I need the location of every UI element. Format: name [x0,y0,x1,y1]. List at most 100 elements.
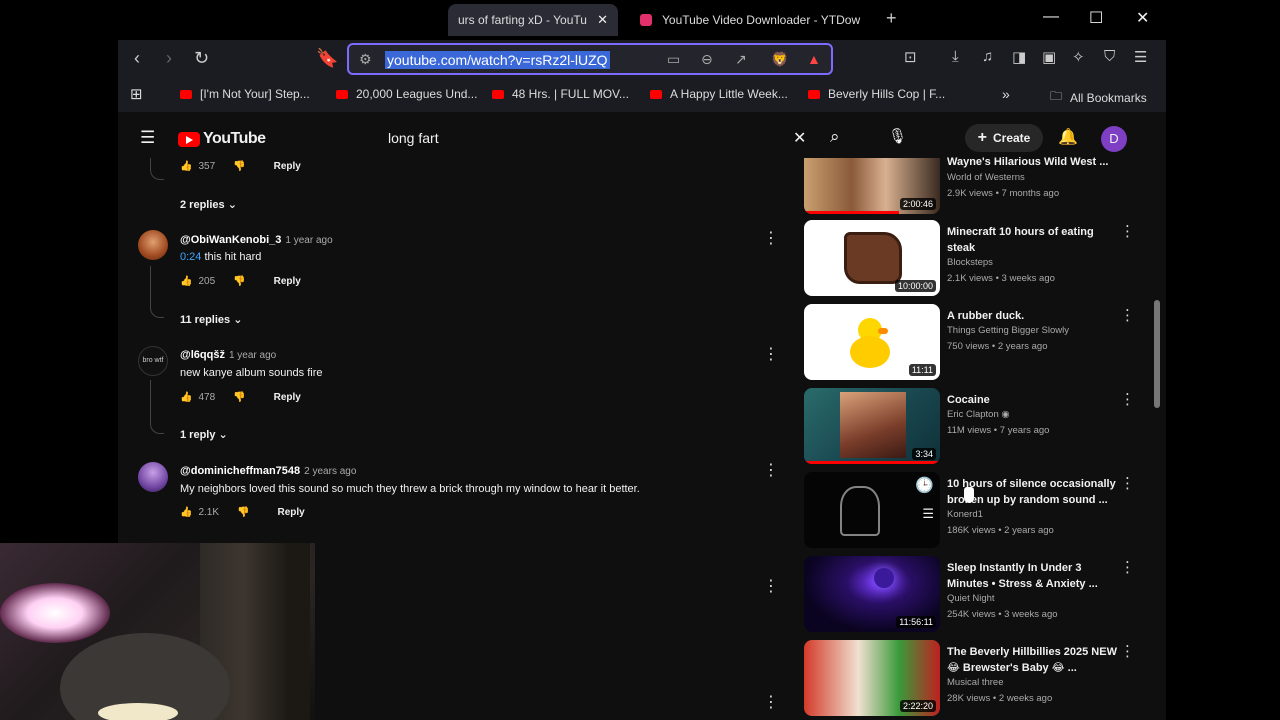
dislike-icon[interactable]: 👎 [233,161,245,172]
screenshot-icon[interactable]: ⊡ [904,48,917,66]
bookmark-icon[interactable]: 🔖 [316,48,338,69]
comment-author[interactable]: @dominicheffman7548 [180,465,300,477]
related-video[interactable]: 2:22:20 The Beverly Hillbillies 2025 NEW… [804,640,1140,718]
search-icon[interactable]: ⌕ [830,127,840,147]
video-channel[interactable]: Eric Clapton ◉ [947,409,1010,420]
related-video[interactable]: 11:11 A rubber duck. Things Getting Bigg… [804,304,1140,382]
video-thumbnail[interactable]: 🕒 ☰ [804,472,940,548]
avatar[interactable]: bro wtf [138,346,168,376]
zoom-icon[interactable]: ⊖ [701,51,713,68]
video-channel[interactable]: Musical three [947,677,1004,688]
comment-menu-icon[interactable]: ⋮ [763,344,779,364]
view-replies-button[interactable]: 1 reply ⌄ [180,428,228,441]
hamburger-menu-icon[interactable]: ☰ [140,128,155,148]
reply-button[interactable]: Reply [274,276,301,287]
comment-menu-icon[interactable]: ⋮ [763,692,779,712]
bookmark-item[interactable]: 20,000 Leagues Und... [336,87,477,101]
leo-ai-icon[interactable]: ✧ [1072,48,1085,66]
scrollbar[interactable] [1154,300,1160,408]
dislike-icon[interactable]: 👎 [233,392,245,403]
back-icon[interactable]: ‹ [134,48,140,69]
like-icon[interactable]: 👍 [180,276,192,287]
video-channel[interactable]: Blocksteps [947,257,993,268]
tab-youtube-active[interactable]: urs of farting xD - YouTu ✕ [448,4,618,36]
video-title[interactable]: Cocaine [947,392,1117,408]
video-menu-icon[interactable]: ⋮ [1120,474,1135,492]
download-icon[interactable]: ⤓ [952,48,959,65]
comment-time[interactable]: 1 year ago [285,235,332,246]
bookmark-item[interactable]: A Happy Little Week... [650,87,788,101]
like-icon[interactable]: 👍 [180,161,192,172]
forward-icon[interactable]: › [166,48,172,69]
all-bookmarks-folder[interactable]: 🗀 All Bookmarks [1050,87,1147,108]
timestamp-link[interactable]: 0:24 [180,251,201,263]
brave-rewards-icon[interactable]: ▲ [807,51,821,67]
video-channel[interactable]: Things Getting Bigger Slowly [947,325,1069,336]
comment-time[interactable]: 1 year ago [229,350,276,361]
avatar[interactable] [138,462,168,492]
comment-menu-icon[interactable]: ⋮ [763,228,779,248]
microphone-icon[interactable]: 🎙 [888,127,907,145]
view-replies-button[interactable]: 11 replies ⌄ [180,313,242,326]
close-window-icon[interactable]: ✕ [1136,8,1149,28]
video-channel[interactable]: Quiet Night [947,593,995,604]
reply-button[interactable]: Reply [274,161,301,172]
video-channel[interactable]: World of Westerns [947,172,1025,183]
bookmark-item[interactable]: Beverly Hills Cop | F... [808,87,945,101]
comment-time[interactable]: 2 years ago [304,466,356,477]
video-thumbnail[interactable]: 11:56:11 [804,556,940,632]
like-icon[interactable]: 👍 [180,507,192,518]
related-video[interactable]: 🕒 ☰ 10 hours of silence occasionally bro… [804,472,1140,550]
video-thumbnail[interactable]: 2:00:46 [804,158,940,214]
wallet-icon[interactable]: ▣ [1042,48,1056,66]
apps-grid-icon[interactable]: ⊞ [130,85,143,103]
bookmark-item[interactable]: [I'm Not Your] Step... [180,87,310,101]
notifications-icon[interactable]: 🔔 [1058,127,1078,147]
reply-button[interactable]: Reply [274,392,301,403]
sidebar-icon[interactable]: ◨ [1012,48,1026,66]
url-text[interactable]: youtube.com/watch?v=rsRz2l-lUZQ [385,51,610,69]
video-thumbnail[interactable]: 11:11 [804,304,940,380]
video-menu-icon[interactable]: ⋮ [1120,306,1135,324]
reply-button[interactable]: Reply [277,507,304,518]
reload-icon[interactable]: ↻ [194,48,209,69]
cast-icon[interactable]: ▭ [667,51,680,68]
new-tab-icon[interactable]: + [886,8,897,29]
video-channel[interactable]: Konerd1 [947,509,983,520]
video-title[interactable]: Minecraft 10 hours of eating steak [947,224,1117,256]
video-title[interactable]: Sleep Instantly In Under 3 Minutes • Str… [947,560,1117,592]
share-icon[interactable]: ↗ [735,51,747,68]
avatar[interactable] [138,230,168,260]
video-title[interactable]: A rubber duck. [947,308,1117,324]
comment-author[interactable]: @l6qqšž [180,349,225,361]
dislike-icon[interactable]: 👎 [237,507,249,518]
search-input[interactable]: long fart [388,130,439,146]
video-thumbnail[interactable]: 2:22:20 [804,640,940,716]
maximize-icon[interactable]: ☐ [1089,8,1103,28]
create-button[interactable]: + Create [965,124,1043,152]
address-bar[interactable]: ⚙ youtube.com/watch?v=rsRz2l-lUZQ ▭ ⊖ ↗ … [347,43,833,75]
youtube-logo[interactable]: YouTube [178,130,266,148]
menu-icon[interactable]: ☰ [1134,48,1147,66]
comment-menu-icon[interactable]: ⋮ [763,460,779,480]
comment-menu-icon[interactable]: ⋮ [763,576,779,596]
video-menu-icon[interactable]: ⋮ [1120,222,1135,240]
site-settings-icon[interactable]: ⚙ [359,51,372,68]
video-menu-icon[interactable]: ⋮ [1120,642,1135,660]
avatar[interactable]: D [1101,126,1127,152]
related-video[interactable]: 3:34 Cocaine Eric Clapton ◉ 11M views • … [804,388,1140,466]
like-icon[interactable]: 👍 [180,392,192,403]
video-menu-icon[interactable]: ⋮ [1120,558,1135,576]
video-title[interactable]: The Beverly Hillbillies 2025 NEW 😂 Brews… [947,644,1117,676]
watch-later-icon[interactable]: 🕒 [915,476,934,494]
bookmark-item[interactable]: 48 Hrs. | FULL MOV... [492,87,629,101]
close-tab-icon[interactable]: ✕ [597,12,608,28]
tab-ytdownloader[interactable]: YouTube Video Downloader - YTDow [630,4,880,36]
media-icon[interactable]: ♫ [982,48,993,65]
brave-shields-icon[interactable]: 🦁 [771,51,788,68]
clear-search-icon[interactable]: ✕ [793,128,806,148]
view-replies-button[interactable]: 2 replies ⌄ [180,198,237,211]
video-menu-icon[interactable]: ⋮ [1120,390,1135,408]
more-bookmarks-icon[interactable]: » [1002,86,1010,102]
minimize-icon[interactable]: — [1043,8,1059,26]
